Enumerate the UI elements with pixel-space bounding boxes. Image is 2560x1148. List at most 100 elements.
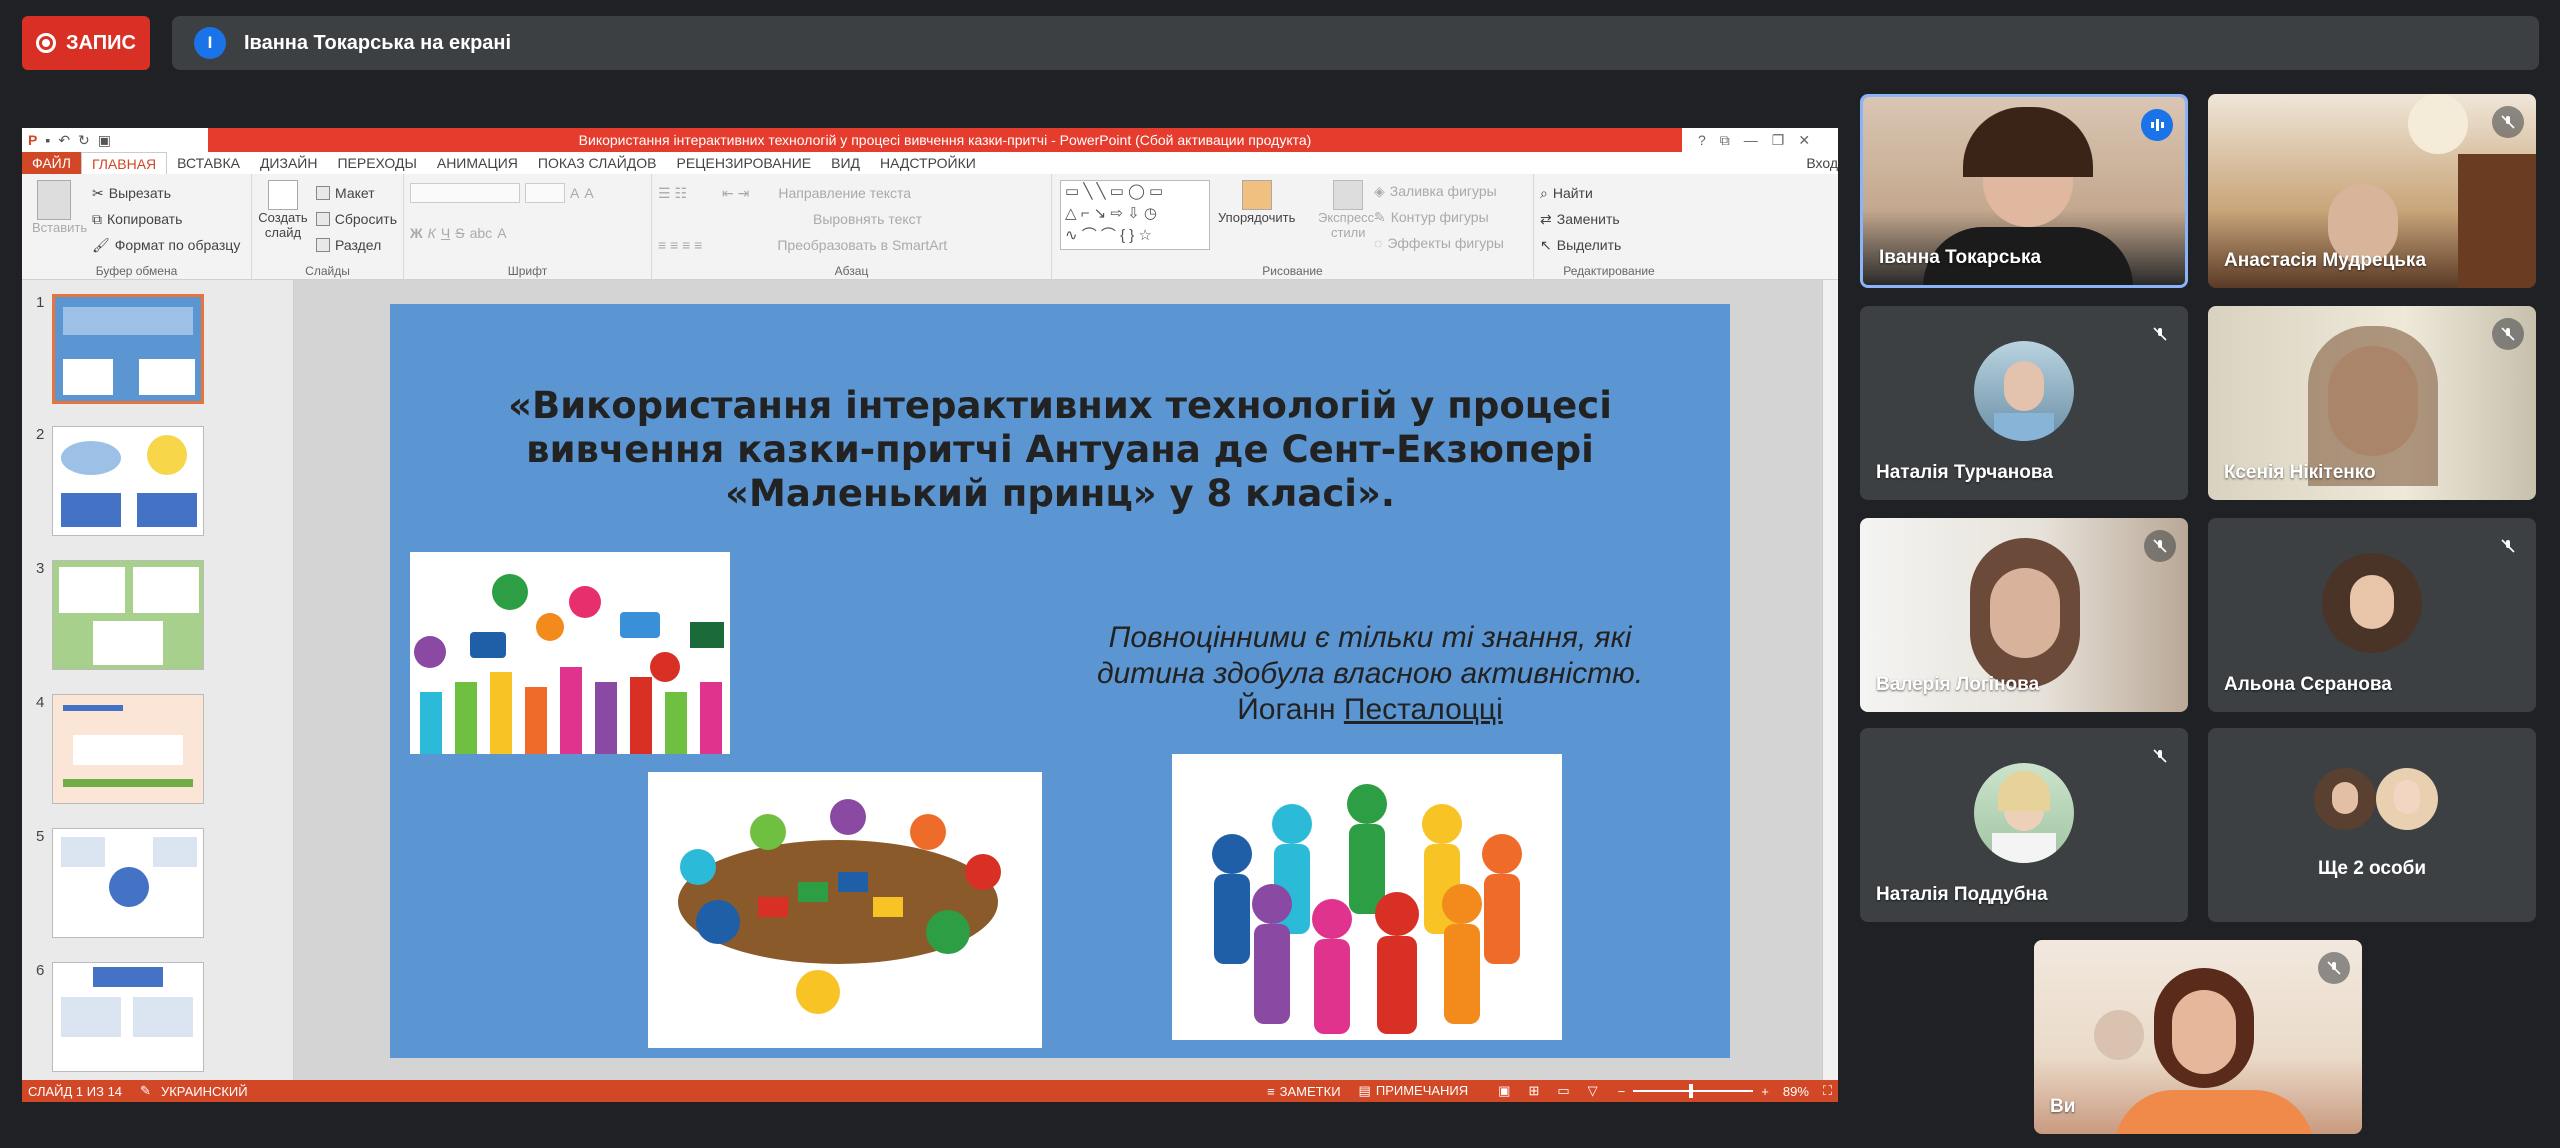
record-badge[interactable]: ЗАПИС bbox=[22, 16, 150, 70]
save-icon[interactable]: ▪ bbox=[45, 132, 50, 149]
select-button[interactable]: ↖ Выделить bbox=[1540, 232, 1678, 258]
participant-tile[interactable]: Анастасія Мудрецька bbox=[2208, 94, 2536, 288]
shapes-gallery[interactable]: ▭ ╲ ╲ ▭ ◯ ▭ △ ⌐ ↘ ⇨ ⇩ ◷ ∿ ⌒ ⌒ { } ☆ bbox=[1060, 180, 1210, 250]
help-icon[interactable]: ? bbox=[1698, 132, 1706, 149]
reset-button[interactable]: Сбросить bbox=[316, 206, 397, 232]
language-indicator[interactable]: УКРАИНСКИЙ bbox=[161, 1084, 248, 1099]
participant-tile[interactable]: Іванна Токарська bbox=[1860, 94, 2188, 288]
align-text-button[interactable]: Выровнять текст bbox=[813, 211, 922, 227]
font-color-icon[interactable]: A bbox=[497, 225, 506, 241]
zoom-slider[interactable] bbox=[1633, 1084, 1754, 1098]
comments-button[interactable]: ▤ ПРИМЕЧАНИЯ bbox=[1359, 1083, 1469, 1099]
current-slide[interactable]: «Використання інтерактивних технологій у… bbox=[390, 304, 1730, 1058]
reading-view-icon[interactable]: ▭ bbox=[1557, 1083, 1569, 1099]
vertical-scrollbar[interactable] bbox=[1822, 280, 1838, 1080]
zoom-in-icon[interactable]: + bbox=[1761, 1084, 1769, 1099]
tab-animation[interactable]: АНИМАЦИЯ bbox=[427, 152, 528, 174]
signin-link[interactable]: Вход bbox=[1796, 152, 1838, 174]
mic-off-icon bbox=[2144, 318, 2176, 350]
layout-button[interactable]: Макет bbox=[316, 180, 397, 206]
justify-icons[interactable]: ≡ ≡ ≡ ≡ bbox=[658, 237, 702, 253]
participant-avatar bbox=[1974, 341, 2074, 441]
tab-transitions[interactable]: ПЕРЕХОДЫ bbox=[327, 152, 426, 174]
author-last-name: Песталоцці bbox=[1343, 693, 1503, 726]
copy-button[interactable]: ⧉ Копировать bbox=[92, 206, 245, 232]
shadow-button[interactable]: abc bbox=[470, 225, 493, 241]
start-show-icon[interactable]: ▣ bbox=[98, 132, 111, 149]
format-painter-button[interactable]: 🖌 Формат по образцу bbox=[92, 232, 245, 258]
restore-icon[interactable]: ❐ bbox=[1772, 132, 1785, 149]
zoom-slider-thumb[interactable] bbox=[1689, 1084, 1694, 1098]
bullets-icon[interactable]: ☰ ☷ bbox=[658, 185, 687, 202]
shape-fill-button[interactable]: ◈ Заливка фигуры bbox=[1374, 178, 1504, 204]
participant-tile[interactable]: Наталія Турчанова bbox=[1860, 306, 2188, 500]
paragraph-group-label: Абзац bbox=[834, 264, 869, 278]
tab-file[interactable]: ФАЙЛ bbox=[22, 152, 81, 174]
presentation-banner: І Іванна Токарська на екрані bbox=[172, 16, 2539, 70]
slide-number: 4 bbox=[36, 694, 45, 711]
tab-review[interactable]: РЕЦЕНЗИРОВАНИЕ bbox=[666, 152, 821, 174]
quote-author: Йоганн Песталоцці bbox=[1090, 692, 1650, 728]
shape-outline-button[interactable]: ✎ Контур фигуры bbox=[1374, 204, 1504, 230]
slide-title-line: вивчення казки-притчі Антуана де Сент-Ек… bbox=[526, 428, 1594, 471]
thumbnail-slide-2[interactable] bbox=[52, 426, 204, 536]
cut-button[interactable]: ✂ Вырезать bbox=[92, 180, 245, 206]
shrink-font-icon[interactable]: A bbox=[584, 185, 593, 201]
participant-tile[interactable]: Альона Сєранова bbox=[2208, 518, 2536, 712]
slideshow-icon[interactable]: ▽ bbox=[1588, 1083, 1598, 1099]
tab-insert[interactable]: ВСТАВКА bbox=[167, 152, 250, 174]
font-family-select[interactable] bbox=[410, 183, 520, 203]
undo-icon[interactable]: ↶ bbox=[58, 132, 70, 149]
section-button[interactable]: Раздел bbox=[316, 232, 397, 258]
quick-styles-button[interactable]: Экспресс- стили bbox=[1318, 180, 1379, 240]
tab-slideshow[interactable]: ПОКАЗ СЛАЙДОВ bbox=[528, 152, 667, 174]
redo-icon[interactable]: ↻ bbox=[78, 132, 90, 149]
italic-button[interactable]: К bbox=[428, 225, 436, 241]
paste-button[interactable]: Вставить bbox=[32, 180, 87, 235]
bold-button[interactable]: Ж bbox=[410, 225, 423, 241]
notes-label: ЗАМЕТКИ bbox=[1279, 1083, 1341, 1099]
participant-tile[interactable]: Ксенія Нікітенко bbox=[2208, 306, 2536, 500]
replace-button[interactable]: ⇄ Заменить bbox=[1540, 206, 1678, 232]
fit-slide-icon[interactable]: ⛶ bbox=[1823, 1083, 1832, 1099]
thumbnail-slide-5[interactable] bbox=[52, 828, 204, 938]
text-direction-button[interactable]: Направление текста bbox=[778, 185, 911, 201]
new-slide-icon bbox=[268, 180, 298, 210]
tab-view[interactable]: ВИД bbox=[821, 152, 870, 174]
minimize-icon[interactable]: — bbox=[1744, 132, 1758, 149]
slide-number: 1 bbox=[36, 294, 45, 311]
tab-addins[interactable]: НАДСТРОЙКИ bbox=[870, 152, 986, 174]
thumbnail-slide-6[interactable] bbox=[52, 962, 204, 1072]
close-icon[interactable]: ✕ bbox=[1798, 132, 1810, 149]
zoom-out-icon[interactable]: − bbox=[1618, 1084, 1626, 1099]
grow-font-icon[interactable]: A bbox=[570, 185, 579, 201]
find-button[interactable]: ⌕ Найти bbox=[1540, 180, 1678, 206]
thumbnail-slide-1[interactable] bbox=[52, 294, 204, 404]
font-size-select[interactable] bbox=[525, 183, 565, 203]
tab-design[interactable]: ДИЗАЙН bbox=[250, 152, 328, 174]
ribbon-options-icon[interactable]: ⧉ bbox=[1720, 132, 1730, 149]
thumbnail-slide-3[interactable] bbox=[52, 560, 204, 670]
normal-view-icon[interactable]: ▣ bbox=[1498, 1083, 1510, 1099]
participant-video bbox=[2034, 940, 2362, 1134]
new-slide-button[interactable]: Создать слайд bbox=[256, 180, 310, 240]
strike-button[interactable]: S bbox=[455, 225, 464, 241]
arrange-button[interactable]: Упорядочить bbox=[1218, 180, 1295, 225]
spellcheck-icon[interactable]: ✎ bbox=[140, 1083, 151, 1099]
tab-home[interactable]: ГЛАВНАЯ bbox=[80, 152, 168, 174]
more-participants-tile[interactable]: Ще 2 особи bbox=[2208, 728, 2536, 922]
self-view-tile[interactable]: Ви bbox=[2034, 940, 2362, 1134]
zoom-level[interactable]: 89% bbox=[1783, 1084, 1809, 1099]
participant-tile[interactable]: Наталія Поддубна bbox=[1860, 728, 2188, 922]
shape-effects-button[interactable]: ◌ Эффекты фигуры bbox=[1374, 230, 1504, 256]
smartart-button[interactable]: Преобразовать в SmartArt bbox=[777, 237, 947, 253]
underline-button[interactable]: Ч bbox=[441, 225, 450, 241]
participant-tile[interactable]: Валерія Логінова bbox=[1860, 518, 2188, 712]
participant-name: Іванна Токарська bbox=[1879, 247, 2042, 268]
thumbnail-slide-4[interactable] bbox=[52, 694, 204, 804]
slide-sorter-icon[interactable]: ⊞ bbox=[1528, 1083, 1539, 1099]
indent-icon[interactable]: ⇤ ⇥ bbox=[722, 185, 749, 202]
font-group-label: Шрифт bbox=[507, 264, 548, 278]
participant-avatar bbox=[1974, 763, 2074, 863]
notes-button[interactable]: ≡ ЗАМЕТКИ bbox=[1267, 1084, 1340, 1099]
